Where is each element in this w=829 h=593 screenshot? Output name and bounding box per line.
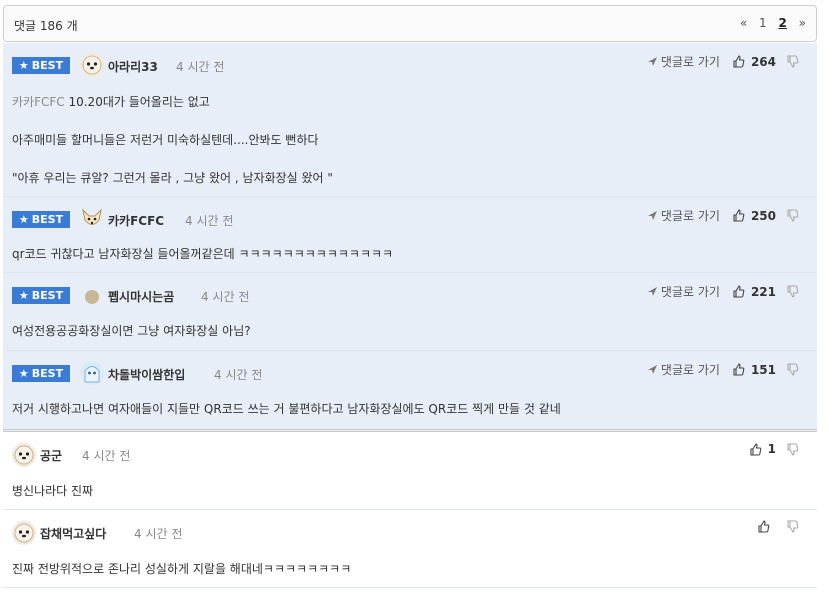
reply-label: 댓글로 가기: [660, 363, 720, 377]
comment-text: 여성전용공공화장실이면 그냥 여자화장실 아님?: [12, 324, 251, 338]
best-comment: ★ BEST 카카FCFC 4 시간 전 댓글로 가기 250 qr코드 귀찮다…: [3, 197, 817, 273]
nickname[interactable]: 차돌박이쌈한입: [108, 366, 185, 383]
thumbs-down-icon[interactable]: [786, 520, 799, 533]
reply-label: 댓글로 가기: [660, 209, 720, 223]
page-2-link[interactable]: 2: [778, 16, 786, 30]
thumbs-down-icon[interactable]: [786, 55, 799, 68]
like-count: 1: [767, 442, 776, 456]
comment-text: 저거 시행하고나면 여자애들이 지들만 QR코드 쓰는 거 불편하다고 남자화장…: [12, 402, 561, 416]
like-count: 264: [750, 54, 776, 69]
like-count: 221: [750, 284, 776, 299]
timestamp: 4 시간 전: [176, 60, 225, 74]
star-icon: ★: [18, 367, 29, 380]
like-count: 250: [750, 208, 776, 223]
nickname[interactable]: 공군: [40, 447, 62, 464]
nickname[interactable]: 아라리33: [108, 58, 158, 75]
timestamp: 4 시간 전: [185, 214, 234, 228]
thumbs-up-icon[interactable]: [732, 209, 745, 222]
comment-actions: 댓글로 가기 151: [647, 361, 799, 378]
comment-list: ★ BEST 아라리33 4 시간 전 댓글로 가기 264 카카FCFC 10…: [3, 43, 817, 588]
page-1-link[interactable]: 1: [759, 16, 767, 30]
best-comment: ★ BEST 펩시마시는곰 4 시간 전 댓글로 가기 221 여성전용공공화장…: [3, 273, 817, 351]
thumbs-up-icon[interactable]: [732, 285, 745, 298]
fox-avatar-icon: [82, 208, 102, 225]
comment-body: 카카FCFC 10.20대가 들어올리는 없고: [12, 93, 210, 110]
thumbs-up-icon[interactable]: [749, 442, 762, 456]
nickname[interactable]: 잡채먹고싶다: [40, 525, 106, 542]
reply-link[interactable]: 댓글로 가기: [647, 53, 720, 70]
reply-label: 댓글로 가기: [660, 285, 720, 299]
thumbs-down-icon[interactable]: [786, 363, 799, 376]
comment-text: 10.20대가 들어올리는 없고: [64, 95, 210, 109]
best-comment: ★ BEST 차돌박이쌈한입 4 시간 전 댓글로 가기 151 저거 시행하고…: [3, 351, 817, 432]
dog-avatar-icon: [82, 55, 102, 75]
best-badge: ★ BEST: [12, 211, 70, 228]
comment: 잡채먹고싶다 4 시간 전 진짜 전방위적으로 존나리 성실하게 지랄을 해대네…: [3, 510, 817, 588]
star-icon: ★: [18, 213, 29, 226]
next-page-button[interactable]: »: [799, 16, 806, 30]
comment-actions: [757, 520, 799, 533]
thumbs-down-icon[interactable]: [786, 442, 799, 456]
best-badge: ★ BEST: [12, 57, 70, 74]
comment-text: "아휴 우리는 큐알? 그런거 몰라 , 그냥 왔어 , 남자화장실 왔어 ": [12, 171, 333, 185]
send-icon: [647, 364, 658, 375]
comment: 공군 4 시간 전 1 병신나라다 진짜: [3, 432, 817, 510]
comment-actions: 1: [749, 442, 799, 456]
comment-text: 병신나라다 진짜: [12, 484, 94, 498]
timestamp: 4 시간 전: [134, 527, 183, 541]
quoted-nickname[interactable]: 카카FCFC: [12, 95, 65, 109]
best-label: BEST: [31, 213, 64, 226]
comment-text: 진짜 전방위적으로 존나리 성실하게 지랄을 해대네ㅋㅋㅋㅋㅋㅋㅋㅋ: [12, 562, 352, 576]
circle-avatar-icon: [85, 290, 99, 304]
ghost-avatar-icon: [84, 366, 100, 383]
best-label: BEST: [31, 367, 64, 380]
timestamp: 4 시간 전: [82, 449, 131, 463]
pagination: « 1 2 »: [732, 16, 806, 30]
avatar[interactable]: [80, 53, 104, 77]
reply-link[interactable]: 댓글로 가기: [647, 361, 720, 378]
star-icon: ★: [18, 59, 29, 72]
timestamp: 4 시간 전: [201, 290, 250, 304]
best-label: BEST: [31, 59, 64, 72]
avatar[interactable]: [80, 207, 104, 231]
avatar[interactable]: [80, 361, 104, 385]
best-badge: ★ BEST: [12, 287, 70, 304]
dog-avatar-icon: [14, 523, 34, 543]
reply-label: 댓글로 가기: [660, 55, 720, 69]
best-label: BEST: [31, 289, 64, 302]
avatar[interactable]: [12, 521, 36, 545]
thumbs-down-icon[interactable]: [786, 285, 799, 298]
nickname[interactable]: 펩시마시는곰: [108, 288, 174, 305]
best-badge: ★ BEST: [12, 365, 70, 382]
send-icon: [647, 286, 658, 297]
comment-count: 댓글 186 개: [14, 19, 78, 33]
avatar[interactable]: [80, 285, 104, 309]
thumbs-up-icon[interactable]: [732, 55, 745, 68]
thumbs-up-icon[interactable]: [732, 363, 745, 376]
avatar[interactable]: [12, 443, 36, 467]
thumbs-down-icon[interactable]: [786, 209, 799, 222]
comment-actions: 댓글로 가기 264: [647, 53, 799, 70]
best-comment: ★ BEST 아라리33 4 시간 전 댓글로 가기 264 카카FCFC 10…: [3, 43, 817, 197]
dog-avatar-icon: [14, 445, 34, 465]
reply-link[interactable]: 댓글로 가기: [647, 207, 720, 224]
star-icon: ★: [18, 289, 29, 302]
comment-text: qr코드 귀찮다고 남자화장실 들어올꺼같은데 ㅋㅋㅋㅋㅋㅋㅋㅋㅋㅋㅋㅋㅋㅋ: [12, 247, 394, 261]
nickname[interactable]: 카카FCFC: [108, 212, 164, 229]
prev-page-button[interactable]: «: [740, 16, 747, 30]
comment-text: 아주매미들 할머니들은 저런거 미숙하실텐데....안봐도 뻔하다: [12, 133, 319, 147]
comments-header: 댓글 186 개 « 1 2 »: [3, 5, 817, 42]
send-icon: [647, 210, 658, 221]
timestamp: 4 시간 전: [214, 368, 263, 382]
send-icon: [647, 56, 658, 67]
reply-link[interactable]: 댓글로 가기: [647, 283, 720, 300]
like-count: 151: [750, 362, 776, 377]
comment-actions: 댓글로 가기 250: [647, 207, 799, 224]
comment-actions: 댓글로 가기 221: [647, 283, 799, 300]
thumbs-up-icon[interactable]: [757, 520, 770, 533]
